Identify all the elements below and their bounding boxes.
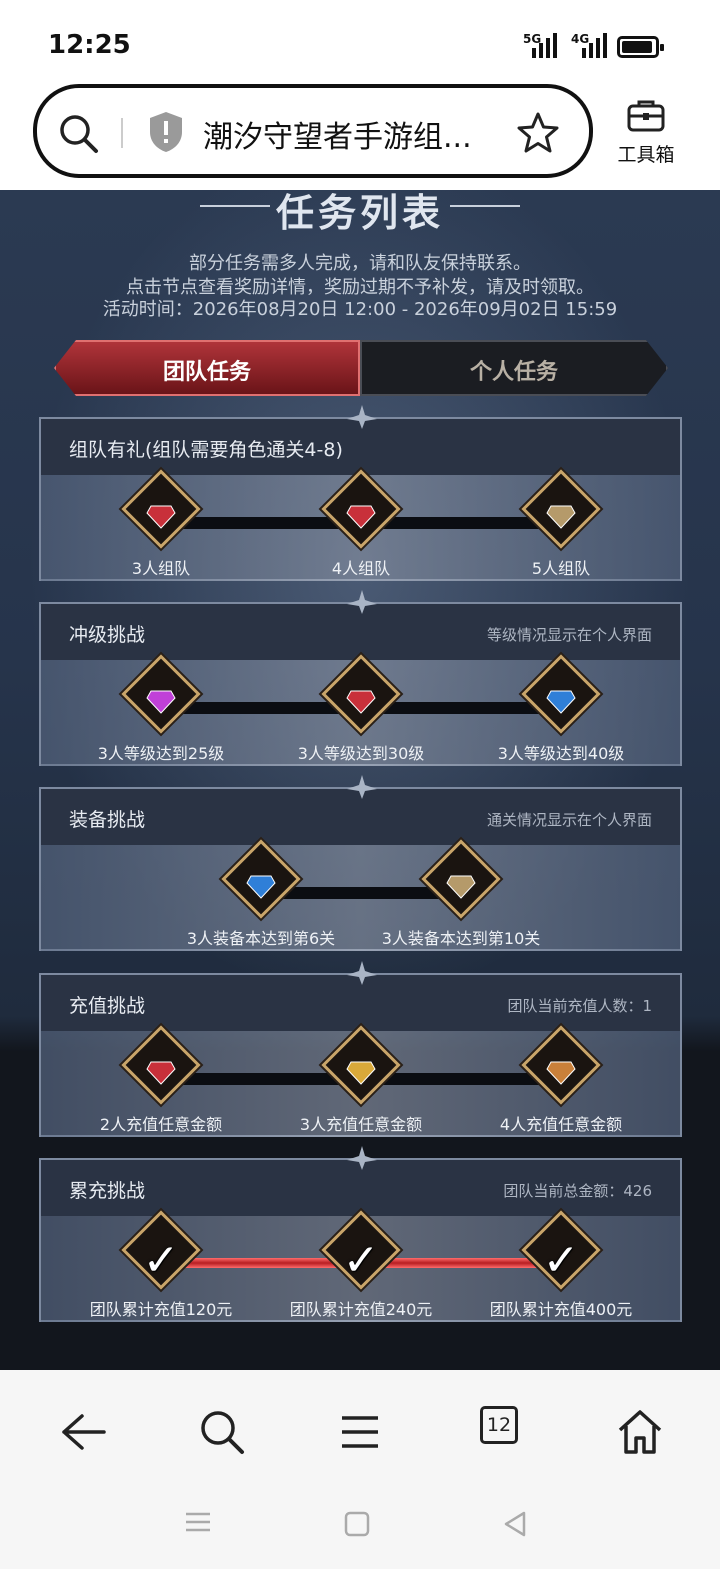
home-icon[interactable] <box>610 1402 670 1462</box>
red-gem-icon <box>346 690 376 714</box>
reward-node-label: 3人充值任意金额 <box>299 1115 423 1134</box>
tab-count-button[interactable]: 12 <box>480 1406 518 1444</box>
reward-node-label: 3人等级达到40级 <box>497 744 625 763</box>
star-icon[interactable] <box>515 110 561 156</box>
task-tabs: 团队任务 个人任务 <box>54 340 668 396</box>
panel-note: 通关情况显示在个人界面 <box>486 811 652 829</box>
panel-notch-icon <box>347 590 377 614</box>
panel-note: 团队当前充值人数：1 <box>507 997 652 1015</box>
divider <box>121 118 123 148</box>
signal-icon-2 <box>582 32 607 58</box>
status-bar: 12:25 5G 4G <box>0 0 720 90</box>
tab-team-label: 团队任务 <box>162 359 251 385</box>
task-list-title: 任务列表 <box>275 190 444 235</box>
menu-icon[interactable] <box>330 1402 390 1462</box>
red-gem-icon <box>346 505 376 529</box>
task-panel: 组队有礼(组队需要角色通关4-8) 3人组队 4人组队 5人组队 <box>39 405 682 581</box>
reward-node-label: 团队累计充值400元 <box>489 1300 633 1319</box>
tab-personal-tasks[interactable]: 个人任务 <box>360 340 668 396</box>
title-ornament-right <box>450 205 520 207</box>
clock: 12:25 <box>48 30 131 60</box>
task-panel: 累充挑战 团队当前总金额：426 ✓ 团队累计充值120元 ✓ 团队累计充值240元 ✓ 团队… <box>39 1146 682 1322</box>
address-bar[interactable]: 潮汐守望者手游组... <box>33 84 593 178</box>
system-back-icon[interactable] <box>502 1510 530 1538</box>
tab-personal-label: 个人任务 <box>469 359 558 385</box>
reward-node-label: 团队累计充值240元 <box>289 1300 433 1319</box>
panel-note: 等级情况显示在个人界面 <box>486 626 652 644</box>
toolbox-icon <box>627 100 665 132</box>
reward-node-label: 3人等级达到30级 <box>297 744 425 763</box>
reward-node-label: 2人充值任意金额 <box>99 1115 223 1134</box>
tab-team-tasks[interactable]: 团队任务 <box>54 340 360 396</box>
panel-notch-icon <box>347 775 377 799</box>
task-panel: 装备挑战 通关情况显示在个人界面 3人装备本达到第6关 3人装备本达到第10关 <box>39 775 682 951</box>
toolbox-label: 工具箱 <box>617 144 675 166</box>
panel-title: 组队有礼(组队需要角色通关4-8) <box>69 439 343 461</box>
check-icon: ✓ <box>142 1235 180 1286</box>
gold-item-icon <box>346 1061 376 1085</box>
panel-title: 冲级挑战 <box>69 624 146 646</box>
system-home-icon[interactable] <box>343 1510 371 1538</box>
reward-node-label: 3人等级达到25级 <box>97 744 225 763</box>
game-page[interactable]: 任务列表 部分任务需多人完成，请和队友保持联系。 点击节点查看奖励详情，奖励过期… <box>0 190 720 1370</box>
armor-icon <box>546 505 576 529</box>
event-time: 活动时间：2026年08月20日 12:00 - 2026年09月02日 15:… <box>102 299 618 320</box>
signal-icon <box>532 32 557 58</box>
bottom-nav <box>0 1370 720 1569</box>
panel-title: 充值挑战 <box>69 995 146 1017</box>
blue-gem-icon <box>246 875 276 899</box>
system-menu-icon[interactable] <box>184 1508 212 1536</box>
task-panel: 充值挑战 团队当前充值人数：1 2人充值任意金额 3人充值任意金额 4人充值任意金额 <box>39 961 682 1137</box>
red-gem-icon <box>146 505 176 529</box>
blue-gem-icon <box>546 690 576 714</box>
panel-note: 团队当前总金额：426 <box>503 1182 652 1200</box>
panel-title: 累充挑战 <box>69 1180 146 1202</box>
purple-crystal-icon <box>146 690 176 714</box>
shield-icon[interactable] <box>147 110 185 154</box>
check-icon: ✓ <box>342 1235 380 1286</box>
reward-node-label: 4人充值任意金额 <box>499 1115 623 1134</box>
search-icon[interactable] <box>57 112 101 156</box>
reward-node-label: 团队累计充值120元 <box>89 1300 233 1319</box>
reward-node-label: 3人装备本达到第10关 <box>381 929 541 948</box>
red-gem-icon <box>146 1061 176 1085</box>
task-panel: 冲级挑战 等级情况显示在个人界面 3人等级达到25级 3人等级达到30级 3人等级达到4… <box>39 590 682 766</box>
reward-node-label: 3人装备本达到第6关 <box>186 929 336 948</box>
reward-node-label: 5人组队 <box>531 559 591 578</box>
panel-notch-icon <box>347 1146 377 1170</box>
back-icon[interactable] <box>52 1402 112 1462</box>
search-icon[interactable] <box>192 1402 252 1462</box>
panel-notch-icon <box>347 405 377 429</box>
armor-icon <box>446 875 476 899</box>
panel-notch-icon <box>347 961 377 985</box>
panel-title: 装备挑战 <box>69 809 146 831</box>
reward-node-label: 3人组队 <box>131 559 191 578</box>
food-icon <box>546 1061 576 1085</box>
battery-icon <box>617 36 664 58</box>
toolbox-button[interactable]: 工具箱 <box>606 98 686 167</box>
check-icon: ✓ <box>542 1235 580 1286</box>
reward-node-label: 4人组队 <box>331 559 391 578</box>
page-title[interactable]: 潮汐守望者手游组... <box>203 112 472 156</box>
desc-line-1: 部分任务需多人完成，请和队友保持联系。 <box>189 253 531 274</box>
